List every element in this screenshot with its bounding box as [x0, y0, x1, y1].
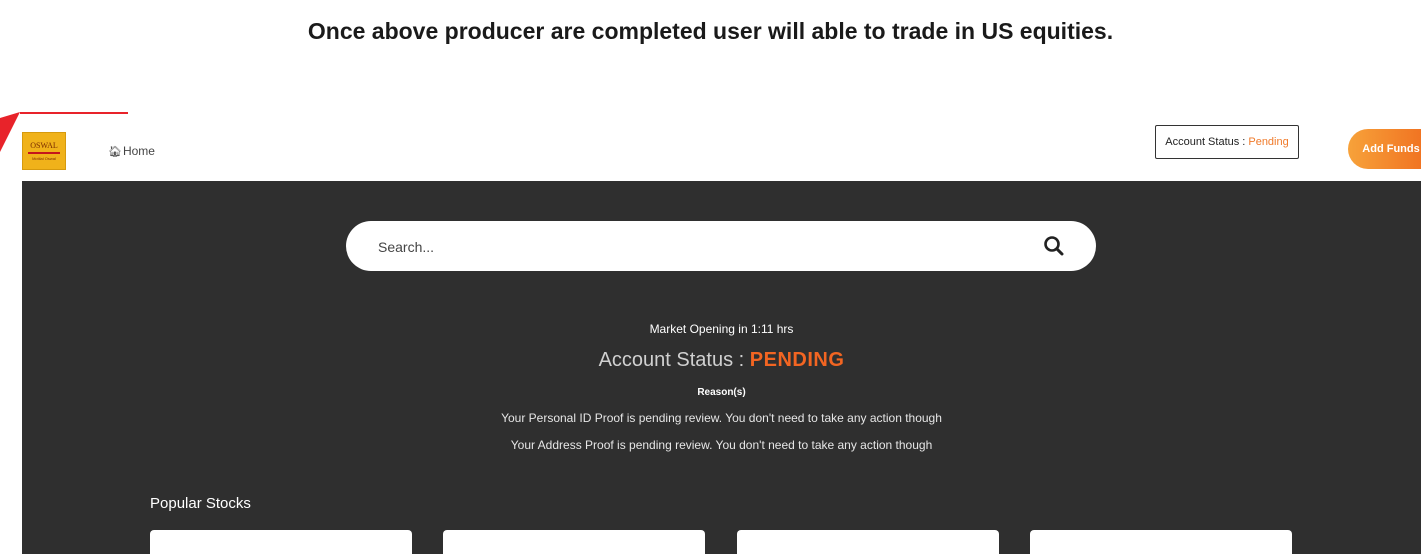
- account-status-badge[interactable]: Account Status : Pending: [1155, 125, 1299, 159]
- instruction-caption: Once above producer are completed user w…: [307, 18, 1114, 44]
- popular-stocks-heading: Popular Stocks: [150, 495, 251, 512]
- home-icon: 🏠︎: [108, 145, 122, 158]
- stock-card[interactable]: [443, 530, 705, 560]
- logo-divider: [28, 152, 60, 154]
- search-bar[interactable]: [346, 221, 1096, 271]
- home-label: Home: [122, 144, 155, 158]
- logo-text: OSWAL: [30, 141, 58, 150]
- brand-logo[interactable]: OSWAL Motilal Oswal: [22, 132, 66, 170]
- market-opening-text: Market Opening in 1:11 hrs: [649, 322, 794, 336]
- stock-card[interactable]: [737, 530, 999, 560]
- logo-subtext: Motilal Oswal: [32, 156, 56, 161]
- stock-card[interactable]: [150, 530, 412, 560]
- reason-item: Your Address Proof is pending review. Yo…: [510, 438, 933, 452]
- account-status-value: Pending: [1248, 136, 1289, 148]
- top-navigation-bar: OSWAL Motilal Oswal 🏠︎ Home Account Stat…: [22, 120, 1421, 181]
- reasons-heading: Reason(s): [697, 387, 746, 398]
- account-status-heading-label: Account Status :: [598, 349, 745, 371]
- account-status-label: Account Status :: [1165, 136, 1246, 148]
- add-funds-button[interactable]: Add Funds: [1348, 129, 1421, 169]
- account-status-heading-value: PENDING: [749, 349, 845, 371]
- dashboard-main: Market Opening in 1:11 hrs Account Statu…: [22, 181, 1421, 560]
- stock-card[interactable]: [1030, 530, 1292, 560]
- reason-item: Your Personal ID Proof is pending review…: [501, 411, 942, 425]
- account-status-heading: Account Status : PENDING: [22, 349, 1421, 372]
- search-input[interactable]: [376, 231, 1000, 263]
- home-link[interactable]: 🏠︎ Home: [108, 144, 155, 158]
- search-icon[interactable]: [1043, 235, 1065, 257]
